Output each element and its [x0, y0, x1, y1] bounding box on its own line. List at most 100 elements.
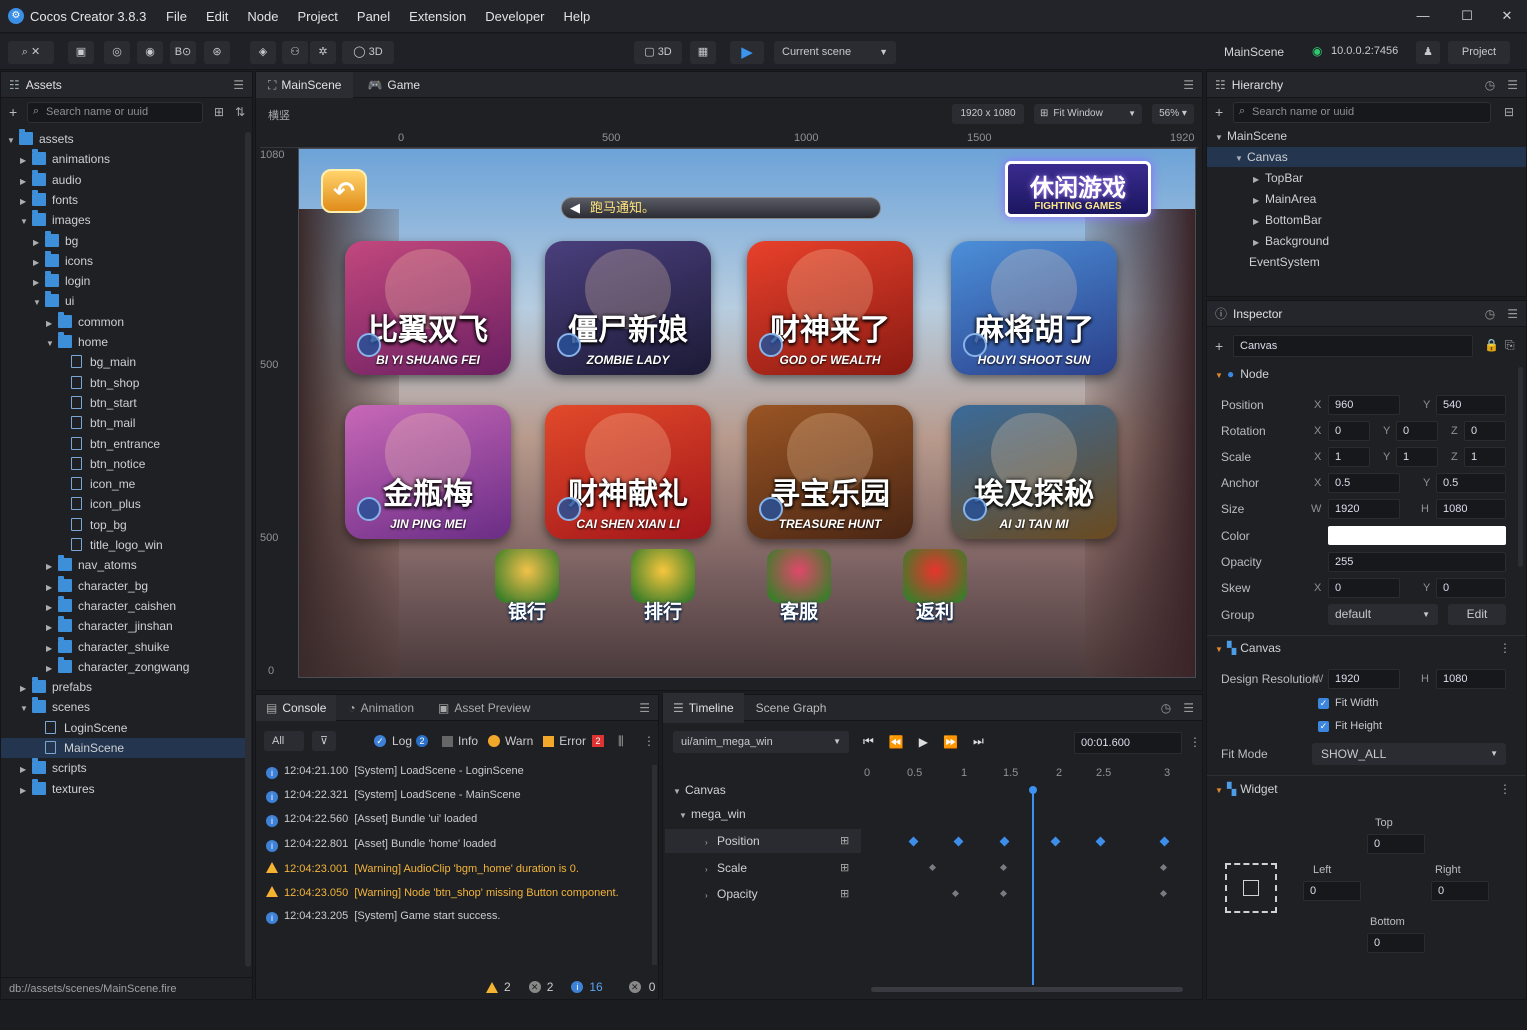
- console-line[interactable]: i 12:04:22.801 [Asset] Bundle 'home' load…: [266, 838, 496, 852]
- tab-mainscene[interactable]: ⛶ MainScene: [256, 71, 354, 98]
- node-name-field[interactable]: Canvas: [1233, 335, 1473, 357]
- back-arrow-icon[interactable]: ↶: [321, 169, 367, 213]
- info-checkbox[interactable]: [442, 735, 454, 747]
- tab-animation[interactable]: ◔ Animation: [336, 695, 426, 721]
- group-edit-button[interactable]: Edit: [1448, 604, 1506, 625]
- anchor-x-field[interactable]: 0.5: [1328, 473, 1400, 493]
- fit-mode-dropdown[interactable]: SHOW_ALL ▼: [1312, 743, 1506, 765]
- tab-timeline[interactable]: ☰ Timeline: [663, 692, 744, 723]
- game-viewport[interactable]: ↶ ◀ 跑马通知。 休闲游戏 FIGHTING GAMES 比翼双飞 BI YI …: [298, 148, 1196, 678]
- download-icon[interactable]: [557, 333, 581, 357]
- console-line[interactable]: i 12:04:22.560 [Asset] Bundle 'ui' loaded: [266, 813, 477, 828]
- minimize-button[interactable]: —: [1413, 6, 1433, 26]
- widget-right-field[interactable]: 0: [1431, 881, 1489, 901]
- asset-folder[interactable]: ▶ character_zongwang: [1, 656, 245, 677]
- asset-folder[interactable]: ▶ character_bg: [1, 575, 245, 596]
- tree-node-mainarea[interactable]: ▶ MainArea: [1253, 189, 1316, 209]
- maximize-button[interactable]: ☐: [1457, 6, 1477, 26]
- transform-tool-icon[interactable]: ⊛: [204, 41, 230, 64]
- keyframe[interactable]: [951, 889, 960, 898]
- asset-folder[interactable]: ▶ icons: [1, 250, 245, 271]
- menu-file[interactable]: File: [166, 9, 187, 24]
- tab-asset-preview[interactable]: ▣ Asset Preview: [426, 695, 542, 721]
- game-card[interactable]: 财神来了 GOD OF WEALTH: [747, 241, 913, 375]
- rotation-z-field[interactable]: 0: [1464, 421, 1506, 441]
- asset-file[interactable]: MainScene: [1, 738, 245, 758]
- keyframe-add-icon[interactable]: ⊞: [840, 834, 849, 847]
- resolution-display[interactable]: 1920 x 1080: [952, 104, 1024, 124]
- component-menu-icon[interactable]: ⋮: [1499, 782, 1511, 796]
- collapse-all-icon[interactable]: ⊟: [1504, 105, 1514, 119]
- asset-file[interactable]: btn_mail: [1, 413, 245, 433]
- fit-height-checkbox[interactable]: ✓ Fit Height: [1318, 720, 1382, 732]
- panel-menu-icon[interactable]: ☰: [1183, 701, 1194, 715]
- scale-x-field[interactable]: 1: [1328, 447, 1370, 467]
- download-icon[interactable]: [357, 497, 381, 521]
- fit-window-dropdown[interactable]: ⊞ Fit Window ▼: [1034, 104, 1142, 124]
- console-line[interactable]: 12:04:23.050 [Warning] Node 'btn_shop' m…: [266, 886, 619, 899]
- asset-file[interactable]: title_logo_win: [1, 535, 245, 555]
- rotation-y-field[interactable]: 0: [1396, 421, 1438, 441]
- asset-folder[interactable]: ▶ common: [1, 311, 245, 332]
- scene-select-dropdown[interactable]: Current scene ▼: [774, 41, 896, 64]
- download-icon[interactable]: [759, 333, 783, 357]
- asset-folder[interactable]: ▶ character_caishen: [1, 595, 245, 616]
- game-card[interactable]: 埃及探秘 AI JI TAN MI: [951, 405, 1117, 539]
- bottom-nav-button[interactable]: 返利: [887, 549, 983, 629]
- asset-folder[interactable]: ▼ images: [1, 210, 245, 230]
- rect-tool-icon[interactable]: B⊙: [170, 41, 196, 64]
- add-component-icon[interactable]: +: [1215, 338, 1223, 354]
- prev-frame-icon[interactable]: ⏪: [889, 735, 904, 749]
- size-w-field[interactable]: 1920: [1328, 499, 1400, 519]
- next-frame-icon[interactable]: ⏩: [943, 735, 958, 749]
- widget-top-field[interactable]: 0: [1367, 834, 1425, 854]
- asset-file[interactable]: LoginScene: [1, 718, 245, 738]
- panel-menu-icon[interactable]: ☰: [233, 78, 244, 92]
- asset-folder[interactable]: ▶ textures: [1, 778, 245, 799]
- asset-file[interactable]: icon_me: [1, 474, 245, 494]
- menu-extension[interactable]: Extension: [409, 9, 466, 24]
- asset-folder[interactable]: ▶ prefabs: [1, 677, 245, 697]
- asset-folder[interactable]: ▶ bg: [1, 230, 245, 251]
- error-checkbox[interactable]: [543, 735, 555, 747]
- download-icon[interactable]: [759, 497, 783, 521]
- local-global-icon[interactable]: ⚇: [282, 41, 308, 64]
- tab-console[interactable]: ▤ Console: [256, 694, 337, 721]
- keyframe[interactable]: [1159, 836, 1170, 847]
- zoom-dropdown[interactable]: 56% ▾: [1152, 104, 1194, 124]
- widget-left-field[interactable]: 0: [1303, 881, 1361, 901]
- download-icon[interactable]: [963, 497, 987, 521]
- tree-node-eventsystem[interactable]: EventSystem: [1249, 252, 1320, 272]
- console-line[interactable]: i 12:04:22.321 [System] LoadScene - MainS…: [266, 789, 521, 804]
- jump-start-icon[interactable]: ⏮: [863, 734, 874, 749]
- asset-folder[interactable]: ▶ character_jinshan: [1, 616, 245, 636]
- game-card[interactable]: 僵尸新娘 ZOMBIE LADY: [545, 241, 711, 375]
- anchor-y-field[interactable]: 0.5: [1436, 473, 1506, 493]
- keyframe[interactable]: [1095, 836, 1106, 847]
- assets-search-input[interactable]: Search name or uuid: [27, 102, 203, 123]
- log-toggle-icon[interactable]: ✓: [374, 735, 386, 747]
- opacity-field[interactable]: 255: [1328, 552, 1506, 572]
- canvas-section-header[interactable]: ▼ ▚ Canvas: [1215, 641, 1281, 655]
- tab-game[interactable]: 🎮 Game: [353, 72, 434, 98]
- panel-menu-icon[interactable]: ☰: [639, 701, 650, 715]
- add-asset-icon[interactable]: +: [9, 104, 17, 120]
- track-mega-win[interactable]: ▼ mega_win: [679, 807, 746, 821]
- console-line[interactable]: i 12:04:21.100 [System] LoadScene - Login…: [266, 765, 524, 779]
- keyframe[interactable]: [1159, 889, 1168, 898]
- mode-3d-button[interactable]: ▢ 3D: [634, 41, 682, 64]
- filter-all-dropdown[interactable]: All: [264, 731, 304, 751]
- inspector-scrollbar[interactable]: [1518, 367, 1523, 567]
- design-h-field[interactable]: 1080: [1436, 669, 1506, 689]
- asset-folder[interactable]: ▼ assets: [1, 129, 245, 149]
- game-card[interactable]: 寻宝乐园 TREASURE HUNT: [747, 405, 913, 539]
- menu-panel[interactable]: Panel: [357, 9, 390, 24]
- asset-folder[interactable]: ▶ nav_atoms: [1, 555, 245, 575]
- tree-node-mainscene[interactable]: ▼ MainScene: [1215, 126, 1287, 146]
- position-y-field[interactable]: 540: [1436, 395, 1506, 415]
- game-card[interactable]: 金瓶梅 JIN PING MEI: [345, 405, 511, 539]
- keyframe[interactable]: [928, 863, 937, 872]
- clear-console-icon[interactable]: ⫼: [618, 734, 624, 749]
- asset-file[interactable]: btn_shop: [1, 373, 245, 393]
- asset-file[interactable]: top_bg: [1, 515, 245, 535]
